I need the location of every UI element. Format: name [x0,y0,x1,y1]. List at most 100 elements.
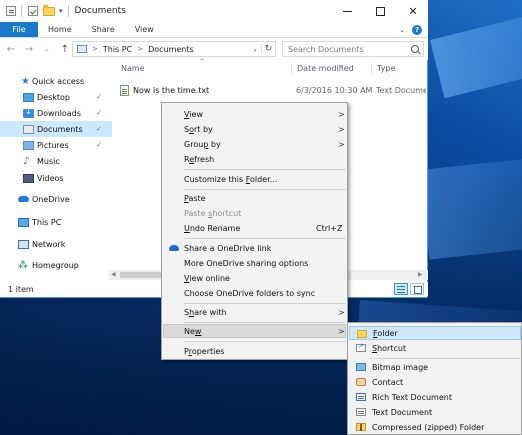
submenu-item-rich-text-document[interactable]: Rich Text Document [349,390,521,404]
menu-item-label: Group by [184,139,221,149]
checkbox-icon[interactable] [28,6,38,16]
menu-item-paste[interactable]: Paste [163,191,346,205]
help-icon[interactable]: ? [412,24,422,35]
menu-item-sort-by[interactable]: Sort by > [163,122,346,136]
desktop-icon [23,92,34,102]
submenu-item-compressed-folder[interactable]: Compressed (zipped) Folder [349,420,521,434]
submenu-item-text-document[interactable]: Text Document [349,405,521,419]
file-name: Now is the time.txt [133,85,210,95]
details-view-button[interactable] [394,283,408,295]
column-divider[interactable] [371,62,372,76]
this-pc-icon [18,217,29,227]
new-folder-icon[interactable] [43,4,55,16]
submenu-item-folder[interactable]: Folder [349,326,521,340]
videos-icon [23,173,34,183]
column-header-type[interactable]: Type [377,64,395,73]
menu-item-properties[interactable]: Properties [163,344,346,358]
sidebar-item-onedrive[interactable]: OneDrive [0,191,112,207]
sidebar-item-desktop[interactable]: Desktop ✓ [0,89,112,105]
breadcrumb-this-pc[interactable]: This PC [103,45,132,54]
scroll-right-icon[interactable]: ▶ [418,271,423,278]
documents-icon [23,124,34,134]
menu-separator [184,189,346,190]
tab-file[interactable]: File [0,22,38,37]
window-title: Documents [74,6,126,16]
menu-item-refresh[interactable]: Refresh [163,152,346,166]
maximize-button[interactable] [363,0,397,22]
search-input[interactable]: Search Documents [282,41,424,57]
text-document-icon [356,408,366,416]
sidebar-item-music[interactable]: ♪ Music [0,153,112,169]
forward-arrow-icon[interactable]: → [22,44,36,55]
column-divider[interactable] [291,62,292,76]
contact-icon [356,378,366,386]
menu-item-undo-rename[interactable]: Undo Rename Ctrl+Z [163,221,346,235]
menu-item-paste-shortcut: Paste shortcut [163,206,346,220]
network-icon [18,239,29,249]
breadcrumb-documents[interactable]: Documents [148,45,194,54]
pin-icon: ✓ [96,141,102,149]
title-bar: ▾ Documents ✕ [0,0,428,22]
sidebar-item-pictures[interactable]: Pictures ✓ [0,137,112,153]
refresh-icon[interactable]: ↻ [261,44,275,54]
menu-item-label: Undo Rename [184,223,241,233]
breadcrumb-separator: > [92,45,98,53]
sidebar-item-downloads[interactable]: Downloads ✓ [0,105,112,121]
submenu-item-label: Folder [373,328,398,338]
minimize-button[interactable] [330,0,364,22]
sidebar-item-label: Desktop [37,92,70,102]
large-icons-view-button[interactable] [410,283,424,295]
menu-item-group-by[interactable]: Group by > [163,137,346,151]
sidebar-item-documents[interactable]: Documents ✓ [0,121,112,137]
menu-item-label: Choose OneDrive folders to sync [184,288,316,298]
sidebar-item-this-pc[interactable]: This PC [0,214,112,230]
toolbar-divider [21,5,22,17]
expand-ribbon-icon[interactable]: ⌄ [399,26,405,34]
column-header-name[interactable]: Name [121,64,145,73]
scroll-left-icon[interactable]: ◀ [111,271,116,278]
properties-icon[interactable] [6,6,16,16]
wallpaper-light-beam [420,153,522,260]
text-file-icon [120,84,129,96]
tab-home[interactable]: Home [38,22,82,37]
recent-locations-icon[interactable]: ⌄ [40,45,54,53]
folder-icon [357,330,367,338]
menu-item-label: Paste shortcut [184,208,242,218]
column-header-date-modified[interactable]: Date modified [297,64,354,73]
submenu-item-shortcut[interactable]: Shortcut [349,341,521,355]
address-dropdown-icon[interactable]: ⌄ [249,45,261,53]
homegroup-icon: ⁂ [18,259,28,271]
quick-access-dropdown-icon[interactable]: ▾ [59,7,63,15]
menu-item-view[interactable]: View > [163,107,346,121]
context-menu: View > Sort by > Group by > Refresh Cust… [161,102,348,360]
submenu-item-contact[interactable]: Contact [349,375,521,389]
file-type: Text Document [376,85,426,95]
menu-item-new[interactable]: New > [163,324,346,338]
zip-folder-icon [356,423,366,431]
back-arrow-icon[interactable]: ← [4,44,18,55]
menu-item-choose-onedrive-folders[interactable]: Choose OneDrive folders to sync [163,286,346,300]
submenu-item-bitmap-image[interactable]: Bitmap image [349,360,521,374]
menu-item-customize-folder[interactable]: Customize this Folder... [163,172,346,186]
shortcut-icon [356,342,366,352]
tab-share[interactable]: Share [82,22,125,37]
up-arrow-icon[interactable]: ↑ [58,44,72,55]
submenu-item-label: Text Document [372,407,433,417]
sidebar-item-quick-access[interactable]: ★ Quick access [0,73,112,89]
menu-item-label: Paste [184,193,206,203]
submenu-item-label: Shortcut [372,343,407,353]
menu-item-view-online[interactable]: View online [163,271,346,285]
address-bar[interactable]: > This PC > Documents ⌄ ↻ [72,41,276,57]
menu-separator [184,169,346,170]
menu-item-share-onedrive-link[interactable]: Share a OneDrive link [163,241,346,255]
sidebar-item-label: Documents [37,124,83,134]
sidebar-item-label: Network [32,239,66,249]
file-row[interactable]: Now is the time.txt 6/3/2016 10:30 AM Te… [118,82,426,98]
sidebar-item-videos[interactable]: Videos [0,170,112,186]
menu-item-more-sharing-options[interactable]: More OneDrive sharing options [163,256,346,270]
close-button[interactable]: ✕ [396,0,430,22]
menu-item-share-with[interactable]: Share with > [163,305,346,319]
sidebar-item-homegroup[interactable]: ⁂ Homegroup [0,257,112,273]
sidebar-item-network[interactable]: Network [0,236,112,252]
tab-view[interactable]: View [125,22,164,37]
